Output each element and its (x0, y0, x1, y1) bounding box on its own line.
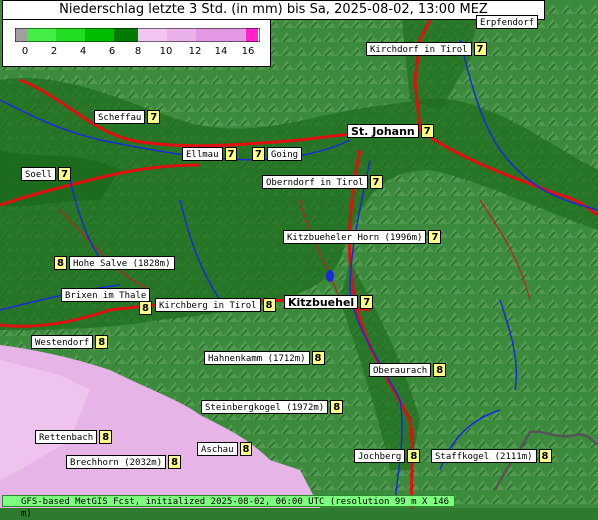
legend-tick: 16 (241, 46, 255, 57)
lake (326, 270, 334, 282)
legend-tick: 4 (79, 46, 87, 57)
place-label-rettenbach[interactable]: Rettenbach 8 (35, 430, 113, 444)
model-footer: GFS-based MetGIS Fcst, initialized 2025-… (2, 495, 455, 519)
place-label-westendorf[interactable]: Westendorf 8 (31, 335, 109, 349)
precip-legend: 0 2 4 6 8 10 12 14 16 (2, 19, 271, 67)
legend-tick: 0 (21, 46, 29, 57)
place-label-oberndorf[interactable]: Oberndorf in Tirol 7 (262, 175, 383, 189)
place-label-hohe-salve[interactable]: 8 Hohe Salve (1828m) (54, 256, 175, 270)
place-label-going[interactable]: 7 Going (252, 147, 303, 161)
place-label-brixen-value: 8 (139, 301, 152, 315)
place-label-staffkogel[interactable]: Staffkogel (2111m) 8 (431, 449, 552, 463)
place-label-oberaurach[interactable]: Oberaurach 8 (369, 363, 447, 377)
legend-tick: 10 (159, 46, 173, 57)
map-title: Niederschlag letzte 3 Std. (in mm) bis S… (2, 0, 545, 20)
place-label-brechhorn[interactable]: Brechhorn (2032m) 8 (66, 455, 182, 469)
place-label-steinbergkogel[interactable]: Steinbergkogel (1972m) 8 (201, 400, 344, 414)
place-label-jochberg[interactable]: Jochberg 8 (354, 449, 421, 463)
place-label-kirchdorf[interactable]: Kirchdorf in Tirol 7 (366, 42, 487, 56)
place-label-soell[interactable]: Soell 7 (21, 167, 72, 181)
place-label-scheffau[interactable]: Scheffau 7 (94, 110, 161, 124)
legend-tick: 14 (214, 46, 228, 57)
place-label-aschau[interactable]: Aschau 8 (197, 442, 253, 456)
place-label-kitzbueheler-horn[interactable]: Kitzbueheler Horn (1996m) 7 (283, 230, 442, 244)
place-label-kirchberg[interactable]: Kirchberg in Tirol 8 (155, 298, 276, 312)
place-label-kitzbuehel[interactable]: Kitzbuehel 7 (284, 295, 374, 309)
legend-tick: 8 (134, 46, 142, 57)
place-label-st-johann[interactable]: St. Johann 7 (347, 124, 434, 138)
place-label-erpfendorf[interactable]: Erpfendorf (476, 15, 539, 29)
legend-colorbar (15, 28, 260, 42)
place-label-brixen[interactable]: Brixen im Thale (61, 288, 151, 302)
place-label-hahnenkamm[interactable]: Hahnenkamm (1712m) 8 (204, 351, 325, 365)
legend-tick: 6 (108, 46, 116, 57)
legend-tick: 12 (188, 46, 202, 57)
place-label-ellmau[interactable]: Ellmau 7 (182, 147, 238, 161)
legend-tick: 2 (50, 46, 58, 57)
